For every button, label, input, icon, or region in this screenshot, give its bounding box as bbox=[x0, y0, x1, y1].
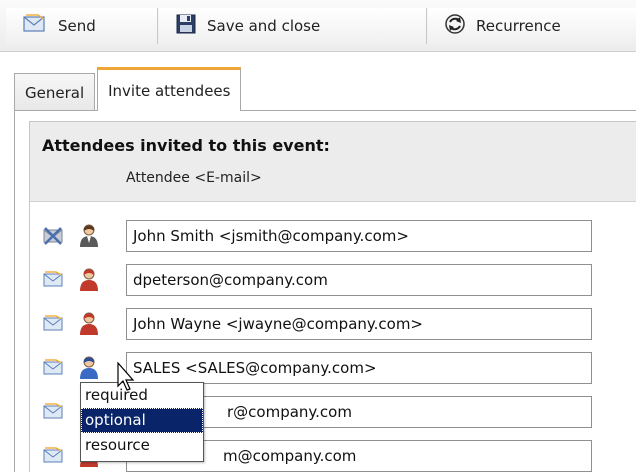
role-option-resource[interactable]: resource bbox=[81, 433, 203, 458]
mouse-pointer-icon bbox=[117, 361, 137, 392]
save-and-close-label: Save and close bbox=[207, 17, 321, 35]
attendees-title: Attendees invited to this event: bbox=[42, 136, 330, 155]
tab-strip: General Invite attendees bbox=[14, 67, 243, 111]
envelope-x-icon[interactable] bbox=[42, 225, 66, 247]
attendee-email-field[interactable]: SALES <SALES@company.com> bbox=[126, 352, 592, 384]
attendee-email-field[interactable]: John Wayne <jwayne@company.com> bbox=[126, 308, 592, 340]
envelope-icon bbox=[22, 13, 48, 39]
toolbar: Send Save and close Recurrence bbox=[0, 0, 636, 52]
attendees-header: Attendees invited to this event: Attende… bbox=[30, 122, 636, 202]
attendee-email-text: r@company.com bbox=[227, 403, 352, 421]
attendee-email-field[interactable]: dpeterson@company.com bbox=[126, 264, 592, 296]
role-option-optional[interactable]: optional bbox=[81, 408, 203, 433]
envelope-icon[interactable] bbox=[42, 269, 66, 291]
tab-general-label: General bbox=[25, 83, 85, 102]
send-label: Send bbox=[58, 17, 96, 35]
event-editor-window: Send Save and close Recurrence General I… bbox=[0, 0, 636, 472]
tab-invite-attendees-label: Invite attendees bbox=[108, 81, 231, 100]
attendee-email-text: m@company.com bbox=[223, 447, 357, 465]
envelope-icon[interactable] bbox=[42, 357, 66, 379]
person-optional-icon[interactable] bbox=[78, 355, 100, 381]
person-required-icon[interactable] bbox=[78, 311, 100, 337]
attendee-row: John Smith <jsmith@company.com> bbox=[30, 220, 636, 252]
attendee-email-field[interactable]: John Smith <jsmith@company.com> bbox=[126, 220, 592, 252]
recurrence-button[interactable]: Recurrence bbox=[428, 8, 636, 44]
person-required-icon[interactable] bbox=[78, 223, 100, 249]
person-required-icon[interactable] bbox=[78, 267, 100, 293]
refresh-icon bbox=[444, 13, 466, 39]
floppy-disk-icon bbox=[175, 13, 197, 39]
tab-invite-attendees[interactable]: Invite attendees bbox=[97, 67, 242, 111]
attendee-row: dpeterson@company.com bbox=[30, 264, 636, 296]
envelope-icon[interactable] bbox=[42, 313, 66, 335]
tab-general[interactable]: General bbox=[14, 73, 96, 111]
attendee-row: John Wayne <jwayne@company.com> bbox=[30, 308, 636, 340]
envelope-icon[interactable] bbox=[42, 401, 66, 423]
send-button[interactable]: Send bbox=[6, 8, 158, 44]
attendee-role-dropdown[interactable]: required optional resource bbox=[80, 382, 204, 462]
save-and-close-button[interactable]: Save and close bbox=[159, 8, 427, 44]
role-option-required[interactable]: required bbox=[81, 383, 203, 408]
envelope-icon[interactable] bbox=[42, 445, 66, 467]
attendee-column-header: Attendee <E-mail> bbox=[126, 170, 262, 186]
recurrence-label: Recurrence bbox=[476, 17, 561, 35]
